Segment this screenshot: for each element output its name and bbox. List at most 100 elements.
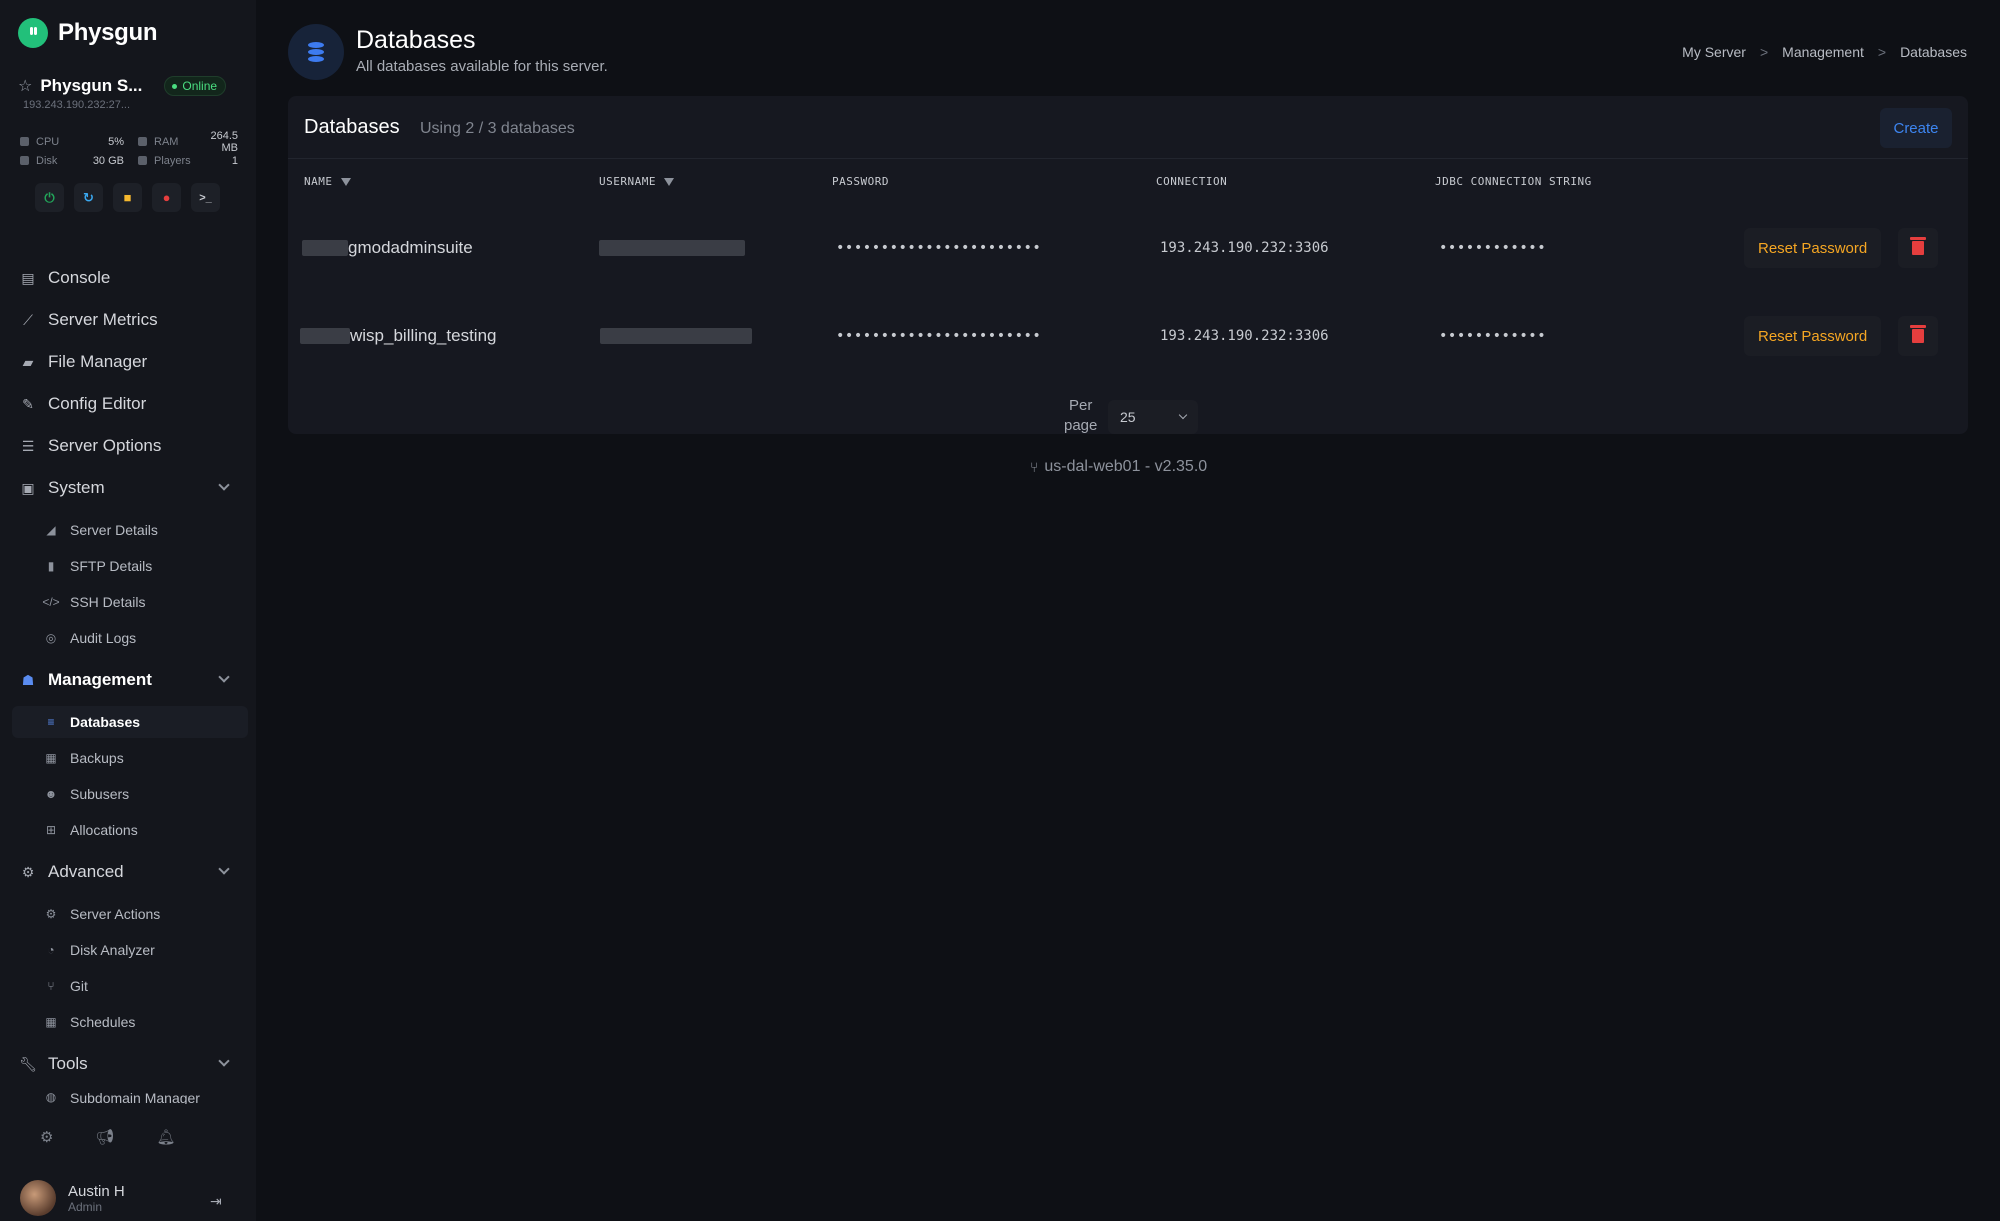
sidebar-item-sftp-details[interactable]: ▮ SFTP Details	[12, 550, 248, 582]
restart-icon: ↻	[83, 189, 94, 205]
breadcrumb-management[interactable]: Management	[1782, 44, 1864, 60]
sidebar-group-system[interactable]: ▣ System	[0, 470, 248, 506]
sidebar-item-subusers[interactable]: ☻ Subusers	[12, 778, 248, 810]
sidebar-item-backups[interactable]: ▦ Backups	[12, 742, 248, 774]
page-database-icon	[288, 24, 344, 80]
favorite-star-icon[interactable]: ☆	[18, 76, 32, 96]
disk-icon	[20, 156, 29, 165]
brand[interactable]: Physgun	[18, 18, 158, 48]
sidebar-item-file-manager[interactable]: ▰ File Manager	[0, 344, 248, 380]
console-shortcut-button[interactable]: >_	[191, 183, 220, 212]
delete-database-button[interactable]	[1898, 316, 1938, 356]
archive-icon: ▦	[45, 751, 57, 765]
sidebar-item-git[interactable]: ⑂ Git	[12, 970, 248, 1002]
sidebar-item-databases[interactable]: ≡ Databases	[12, 706, 248, 738]
console-icon: ▤	[21, 269, 35, 286]
delete-database-button[interactable]	[1898, 228, 1938, 268]
column-header-username[interactable]: USERNAME	[599, 175, 674, 188]
per-page-label: Per page	[1064, 396, 1097, 436]
server-name: Physgun S...	[40, 76, 143, 95]
sidebar-item-label: Audit Logs	[70, 630, 137, 646]
chevron-down-icon	[218, 863, 230, 875]
sidebar-item-label: SFTP Details	[70, 558, 153, 574]
system-icon: ▣	[21, 479, 35, 496]
user-profile[interactable]: Austin H Admin	[20, 1180, 125, 1216]
card-title: Databases	[304, 116, 400, 138]
logout-icon[interactable]: ⇥	[210, 1193, 222, 1210]
bell-icon[interactable]: 🔔︎	[157, 1128, 176, 1146]
sidebar-item-ssh-details[interactable]: </> SSH Details	[12, 586, 248, 618]
sidebar-item-server-details[interactable]: ◢ Server Details	[12, 514, 248, 546]
db-jdbc[interactable]: ••••••••••••	[1439, 292, 1546, 380]
sidebar-item-subdomain-manager[interactable]: ◍ Subdomain Manager	[12, 1090, 248, 1104]
table-row: gmodadminsuite ••••••••••••••••••••••• 1…	[288, 204, 1968, 292]
git-branch-icon: ⑂	[47, 979, 55, 993]
git-branch-icon: ⑂	[1030, 459, 1039, 475]
chevron-down-icon	[1178, 410, 1188, 420]
trash-icon	[1910, 325, 1926, 343]
sidebar-item-label: Server Actions	[70, 906, 161, 922]
sidebar-item-server-actions[interactable]: ⚙ Server Actions	[12, 898, 248, 930]
per-page-select[interactable]: 25	[1108, 400, 1198, 434]
table-row: wisp_billing_testing •••••••••••••••••••…	[288, 292, 1968, 380]
server-card[interactable]: ☆ Physgun S... Online 193.243.190.232:27…	[18, 76, 240, 111]
column-header-name[interactable]: NAME	[304, 175, 351, 188]
create-database-button[interactable]: Create	[1880, 108, 1952, 148]
db-jdbc[interactable]: ••••••••••••	[1439, 204, 1546, 292]
db-name-cell: gmodadminsuite	[302, 204, 473, 292]
sidebar-item-audit-logs[interactable]: ◎ Audit Logs	[12, 622, 248, 654]
sidebar-item-schedules[interactable]: ▦ Schedules	[12, 1006, 248, 1038]
sidebar-group-advanced[interactable]: ⚙ Advanced	[0, 854, 248, 890]
sidebar-item-allocations[interactable]: ⊞ Allocations	[12, 814, 248, 846]
chart-line-icon: ⟋	[23, 311, 33, 328]
players-icon	[138, 156, 147, 165]
reset-password-button[interactable]: Reset Password	[1744, 228, 1882, 268]
breadcrumb: My Server > Management > Databases	[1682, 44, 1967, 60]
sidebar-item-config-editor[interactable]: ✎ Config Editor	[0, 386, 248, 422]
sidebar-item-label: Advanced	[48, 862, 124, 881]
players-value: 1	[231, 154, 238, 167]
filter-icon[interactable]	[340, 177, 351, 186]
db-name: gmodadminsuite	[348, 238, 473, 257]
redacted-prefix	[302, 240, 348, 256]
status-text: Online	[182, 79, 218, 93]
sidebar-item-server-options[interactable]: ☰ Server Options	[0, 428, 248, 464]
kill-button[interactable]: ●	[152, 183, 181, 212]
page-subtitle: All databases available for this server.	[356, 58, 608, 75]
db-password[interactable]: •••••••••••••••••••••••	[836, 204, 1041, 292]
start-button[interactable]: ⏻	[35, 183, 64, 212]
db-password[interactable]: •••••••••••••••••••••••	[836, 292, 1041, 380]
sidebar-item-console[interactable]: ▤ Console	[0, 260, 248, 296]
status-badge: Online	[164, 76, 227, 96]
chevron-down-icon	[218, 479, 230, 491]
cpu-icon	[20, 137, 29, 146]
sidebar-item-label: Management	[48, 670, 152, 689]
sidebar-item-disk-analyzer[interactable]: ◔ Disk Analyzer	[12, 934, 248, 966]
stop-button[interactable]: ■	[113, 183, 142, 212]
cpu-value: 5%	[108, 135, 124, 148]
megaphone-icon[interactable]: 📢︎	[95, 1128, 114, 1146]
column-header-label: PASSWORD	[832, 175, 889, 188]
settings-cogs-icon[interactable]: ⚙	[40, 1128, 53, 1146]
filter-icon[interactable]	[663, 177, 674, 186]
column-header-jdbc: JDBC CONNECTION STRING	[1435, 175, 1592, 188]
cogs-icon: ⚙	[45, 907, 57, 921]
db-name: wisp_billing_testing	[350, 326, 497, 345]
breadcrumb-my-server[interactable]: My Server	[1682, 44, 1746, 60]
reset-password-button[interactable]: Reset Password	[1744, 316, 1882, 356]
db-connection[interactable]: 193.243.190.232:3306	[1160, 204, 1329, 292]
divider	[288, 158, 1968, 159]
version-footer: ⑂ us-dal-web01 - v2.35.0	[1030, 458, 1207, 476]
db-connection[interactable]: 193.243.190.232:3306	[1160, 292, 1329, 380]
sidebar-item-label: Schedules	[70, 1014, 136, 1030]
sidebar-item-label: Subusers	[70, 786, 130, 802]
database-usage: Using 2 / 3 databases	[420, 120, 575, 137]
sidebar-item-label: SSH Details	[70, 594, 146, 610]
sidebar-group-tools[interactable]: 🔧︎ Tools	[0, 1046, 248, 1082]
power-controls: ⏻ ↻ ■ ● >_	[35, 183, 220, 212]
restart-button[interactable]: ↻	[74, 183, 103, 212]
sidebar-item-server-metrics[interactable]: ⟋ Server Metrics	[0, 302, 248, 338]
db-username-cell	[600, 292, 752, 380]
sidebar-group-management[interactable]: ☗ Management	[0, 662, 248, 698]
edit-icon: ✎	[22, 395, 34, 412]
